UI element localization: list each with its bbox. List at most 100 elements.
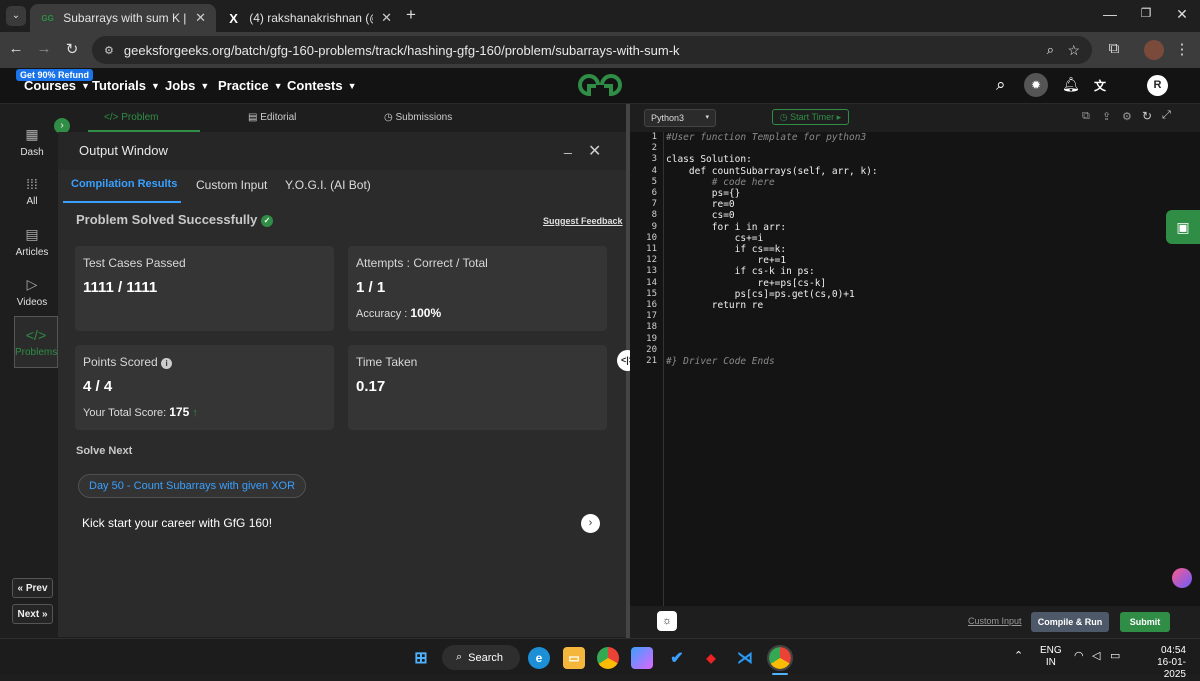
menu-jobs[interactable]: Jobs ▼ (165, 78, 209, 93)
wifi-icon[interactable]: ◠ (1074, 649, 1084, 662)
tab-problem[interactable]: </> Problem (104, 112, 159, 123)
close-window-icon[interactable]: ✕ (1172, 6, 1192, 23)
grid-icon: ⁞⁞⁞ (26, 176, 38, 192)
tab-yogi-ai-bot[interactable]: Y.O.G.I. (AI Bot) (285, 178, 371, 192)
browser-tab-active[interactable]: GG Subarrays with sum K | Practice ✕ (30, 4, 216, 32)
code-line: #User function Template for python3 (666, 132, 867, 143)
tab-close-icon[interactable]: ✕ (195, 10, 206, 26)
notification-bell-icon[interactable]: 🔔︎ (1062, 76, 1080, 93)
zoom-icon[interactable]: ⌕ (1047, 42, 1054, 58)
site-info-icon[interactable]: ⚙ (104, 44, 114, 57)
menu-contests[interactable]: Contests ▼ (287, 78, 357, 93)
menu-courses[interactable]: Courses ▼ (24, 78, 90, 93)
lightbulb-icon[interactable]: ☼ (657, 611, 677, 631)
custom-input-link[interactable]: Custom Input (968, 616, 1022, 626)
info-icon[interactable]: i (161, 358, 173, 369)
volume-icon[interactable]: ◁ (1092, 649, 1100, 662)
editor-footer: ☼ Custom Input Compile & Run Submit (630, 606, 1200, 638)
menu-practice[interactable]: Practice ▼ (218, 78, 283, 93)
forward-icon[interactable]: → (34, 40, 54, 57)
chat-float-button[interactable]: ▣ (1166, 210, 1200, 244)
tab-compilation-results[interactable]: Compilation Results (71, 178, 177, 190)
code-icon: </> (104, 112, 122, 123)
line-number: 14 (646, 277, 657, 288)
back-icon[interactable]: ← (6, 40, 26, 57)
chevron-up-icon[interactable]: ⌃ (1014, 649, 1023, 662)
edge-icon[interactable]: e (528, 647, 550, 669)
tab-search-button[interactable]: ⌄ (6, 6, 26, 26)
code-line: cs+=i (666, 232, 764, 244)
extensions-icon[interactable]: ⧉ (1104, 40, 1124, 57)
time-taken-label: Time Taken (356, 355, 418, 369)
tab-editorial[interactable]: ▤ Editorial (248, 112, 296, 123)
next-problem-chip[interactable]: Day 50 - Count Subarrays with given XOR (78, 474, 307, 498)
vscode-icon[interactable]: ⋊ (734, 647, 756, 669)
submit-button[interactable]: Submit (1120, 612, 1170, 632)
upload-file-icon[interactable]: ⇪ (1102, 110, 1111, 123)
code-editor[interactable]: 1 2 3 4 5 6 7 8 9 10 11 12 13 14 15 16 17 18 19 20 21 #User … (630, 132, 1200, 606)
restore-icon[interactable]: ❐ (1136, 6, 1156, 20)
windows-taskbar: ⊞ ⌕ Search e ▭ ✔ ◆ ⋊ ⌃ ENG IN ◠ ◁ ▭ 04:54 1… (0, 638, 1200, 680)
code-line: if cs-k in ps: (666, 266, 815, 278)
tab-close-icon[interactable]: ✕ (381, 10, 392, 26)
translate-icon[interactable]: 文 (1094, 77, 1106, 94)
tab-custom-input[interactable]: Custom Input (196, 178, 267, 192)
line-number: 2 (651, 143, 657, 154)
attempts-value: 1 / 1 (356, 279, 386, 296)
user-avatar[interactable]: R (1147, 75, 1168, 96)
next-button[interactable]: Next » (12, 604, 53, 624)
battery-icon[interactable]: ▭ (1110, 649, 1120, 662)
suggest-feedback-link[interactable]: Suggest Feedback (543, 216, 623, 226)
search-icon[interactable]: ⌕ (996, 75, 1006, 95)
tab-submissions[interactable]: ◷ Submissions (384, 112, 452, 123)
ai-assistant-icon[interactable] (1172, 568, 1192, 588)
chrome-profile-icon[interactable] (767, 645, 793, 671)
compile-run-button[interactable]: Compile & Run (1031, 612, 1109, 632)
clock[interactable]: 04:54 16-01-2025 (1136, 645, 1186, 681)
close-icon[interactable]: ✕ (588, 141, 601, 161)
problem-tabs: › </> Problem ▤ Editorial ◷ Submissions (54, 104, 626, 134)
settings-icon[interactable]: ⚙ (1122, 110, 1132, 123)
profile-avatar[interactable] (1144, 40, 1164, 60)
sidebar-item-articles[interactable]: ▤ Articles (8, 226, 56, 274)
chrome-icon[interactable] (597, 647, 619, 669)
editor-toolbar: Python3 ▾ ◷ Start Timer ▸ ⧉ ⇪ ⚙ ↻ ⤢ (630, 104, 1200, 132)
browser-toolbar: ← → ↻ ⚙ geeksforgeeks.org/batch/gfg-160-… (0, 32, 1200, 68)
line-number: 21 (646, 356, 657, 366)
code-line: ps[cs]=ps.get(cs,0)+1 (666, 288, 855, 300)
file-explorer-icon[interactable]: ▭ (563, 647, 585, 669)
menu-tutorials[interactable]: Tutorials ▼ (92, 78, 160, 93)
test-cases-label: Test Cases Passed (83, 256, 186, 270)
address-bar[interactable]: ⚙ geeksforgeeks.org/batch/gfg-160-proble… (92, 36, 1092, 64)
gfg-logo[interactable] (576, 72, 624, 98)
theme-toggle-icon[interactable]: ✹ (1024, 73, 1048, 97)
bookmark-star-icon[interactable]: ☆ (1067, 42, 1080, 59)
line-number: 13 (646, 266, 657, 277)
output-window-title: Output Window (79, 143, 168, 158)
start-timer-button[interactable]: ◷ Start Timer ▸ (772, 109, 849, 125)
browser-menu-icon[interactable]: ⋮ (1172, 40, 1192, 58)
test-cases-card: Test Cases Passed 1111 / 1111 (75, 246, 334, 331)
copilot-icon[interactable] (631, 647, 653, 669)
language-indicator[interactable]: ENG IN (1040, 645, 1062, 669)
git-icon[interactable]: ◆ (700, 647, 722, 669)
prev-button[interactable]: « Prev (12, 578, 53, 598)
language-select[interactable]: Python3 ▾ (644, 109, 716, 127)
fullscreen-icon[interactable]: ⤢ (1162, 109, 1171, 122)
sidebar-item-dash[interactable]: ▦ Dash (8, 126, 56, 174)
sidebar-item-problems[interactable]: </> Problems (14, 316, 58, 368)
taskbar-search[interactable]: ⌕ Search (442, 645, 520, 670)
new-tab-button[interactable]: + (406, 5, 416, 25)
reload-icon[interactable]: ↻ (62, 40, 82, 58)
minimize-icon[interactable]: — (1100, 6, 1120, 22)
arrow-right-button[interactable]: › (581, 514, 600, 533)
sidebar-item-all[interactable]: ⁞⁞⁞ All (8, 176, 56, 224)
todo-icon[interactable]: ✔ (666, 647, 688, 669)
minimize-icon[interactable]: _ (564, 138, 572, 154)
line-number: 18 (646, 322, 657, 333)
copy-icon[interactable]: ⧉ (1082, 110, 1090, 123)
reset-icon[interactable]: ↻ (1142, 109, 1152, 123)
browser-tab[interactable]: X (4) rakshanakrishnan (@rakshan ✕ (216, 4, 402, 32)
line-number: 12 (646, 255, 657, 266)
windows-start-icon[interactable]: ⊞ (410, 647, 432, 669)
